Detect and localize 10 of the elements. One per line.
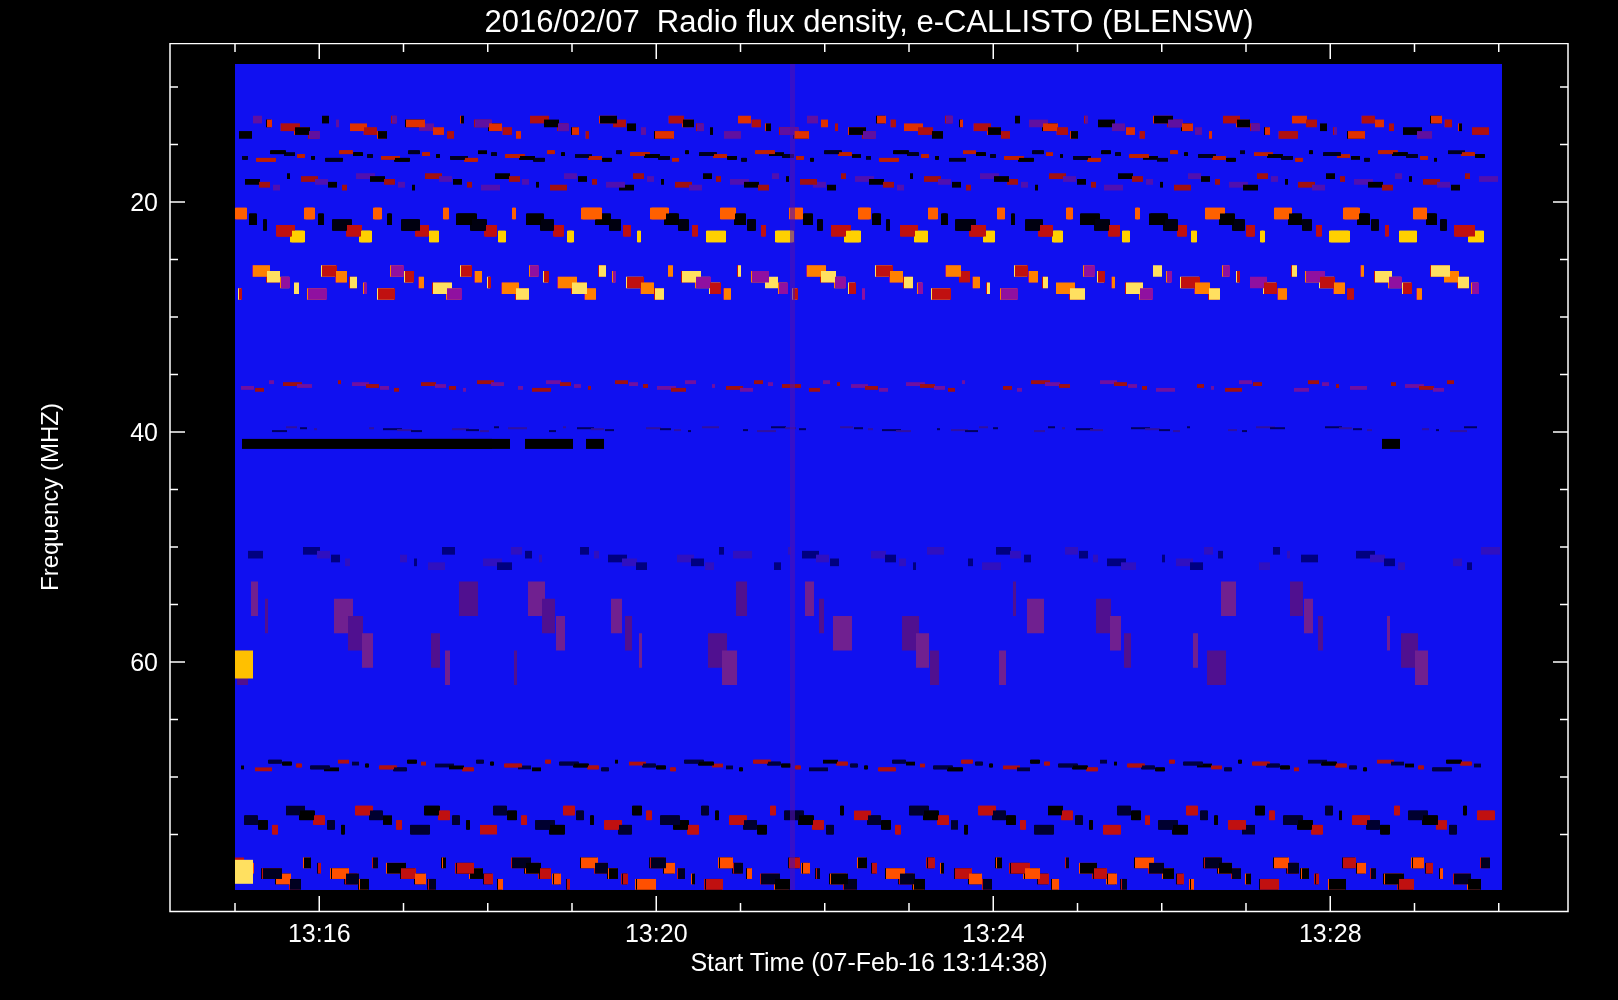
chart-title: 2016/02/07 Radio flux density, e-CALLISTO (BLENSW) [483,6,1255,37]
tick-label: 20 [130,188,158,216]
axis-label: Start Time (07-Feb-16 13:14:38) [690,950,1048,975]
tick-label: 13:28 [1298,919,1362,947]
tick-label: 13:16 [287,919,351,947]
tick-label: 40 [130,418,158,446]
axis-label: Frequency (MHZ) [35,402,64,591]
tick-label: 60 [130,648,158,676]
tick-label: 13:24 [961,919,1025,947]
tick-label: 13:20 [624,919,688,947]
